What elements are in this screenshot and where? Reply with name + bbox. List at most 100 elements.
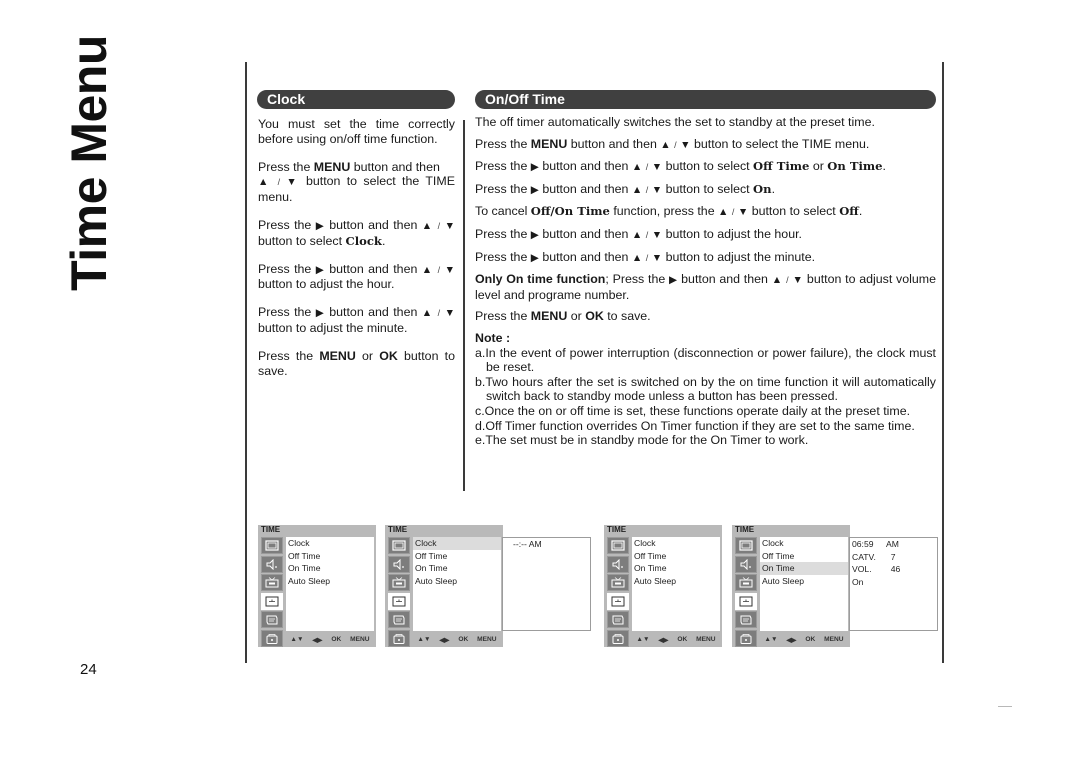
osd-item: Off Time <box>288 550 321 561</box>
right-arrow-icon: ▶ <box>315 307 325 320</box>
side-title-text: Time Menu <box>61 35 117 291</box>
osd-footer-hint: ◀▶ <box>312 637 323 644</box>
time-icon <box>388 592 410 610</box>
osd-item: Auto Sleep <box>288 575 331 586</box>
osd-submenu-label: On <box>852 576 864 587</box>
onoff-step-hour: Press the ▶ button and then ▲ / ▼ button… <box>475 226 802 241</box>
up-arrow-icon: ▲ <box>421 263 434 276</box>
osd-footer-hint: ▲▼ <box>764 636 778 643</box>
osd-header: TIME <box>261 525 281 534</box>
station-icon <box>388 574 410 591</box>
note-item: c.Once the on or off time is set, these … <box>475 403 911 418</box>
onoff-step-save: Press the MENU or OK to save. <box>475 309 651 324</box>
osd-submenu-value: 46 <box>886 564 901 574</box>
osd-item-list: Clock Off Time On Time Auto Sleep <box>760 537 848 631</box>
up-arrow-icon: ▲ <box>631 161 643 174</box>
osd-footer-hints: ▲▼ ◀▶ OK MENU <box>413 636 501 644</box>
clock-step-save: Press the MENU or OK button to save. <box>258 349 455 378</box>
osd-submenu-value: 7 <box>886 551 896 562</box>
up-arrow-icon: ▲ <box>421 219 434 232</box>
osd-item: Auto Sleep <box>634 575 677 586</box>
right-arrow-icon: ▶ <box>530 183 539 196</box>
page-number: 24 <box>80 661 97 678</box>
picture-icon <box>735 537 757 554</box>
down-arrow-icon: ▼ <box>444 307 455 320</box>
osd-footer-hint: ◀▶ <box>439 637 450 644</box>
up-arrow-icon: ▲ <box>421 307 434 320</box>
onoff-step-select-on: Press the ▶ button and then ▲ / ▼ button… <box>475 181 776 196</box>
note-item: d.Off Timer function overrides On Timer … <box>475 418 915 433</box>
osd-item: On Time <box>415 563 448 573</box>
down-arrow-icon: ▼ <box>680 138 691 151</box>
up-arrow-icon: ▲ <box>718 206 729 219</box>
up-arrow-icon: ▲ <box>631 228 643 241</box>
down-arrow-icon: ▼ <box>444 263 455 276</box>
osd-item: On Time <box>288 563 321 573</box>
onoff-step-menu: Press the MENU button and then ▲ / ▼ but… <box>475 136 870 151</box>
up-arrow-icon: ▲ <box>771 274 783 287</box>
special-icon <box>607 611 629 628</box>
sound-icon <box>388 555 410 573</box>
osd-item: Clock <box>288 538 310 548</box>
osd-item-list: Clock Off Time On Time Auto Sleep <box>413 537 501 631</box>
time-icon <box>261 592 283 610</box>
clock-step-select: Press the ▶ button and then ▲ / ▼ button… <box>258 217 455 248</box>
right-arrow-icon: ▶ <box>530 161 539 174</box>
osd-submenu-row: 06:59 AM <box>850 538 937 551</box>
clock-step-menu: Press the MENU button and then ▲ / ▼ but… <box>258 159 455 204</box>
osd-item: Off Time <box>762 550 795 561</box>
onoff-step-cancel: To cancel Off/On Time function, press th… <box>475 204 863 219</box>
osd-item: Clock <box>762 538 784 548</box>
special-icon <box>735 611 757 628</box>
osd-submenu-row: On <box>850 576 937 589</box>
down-arrow-icon: ▼ <box>651 228 663 241</box>
osd-menu-time: TIME Clock Off Time On Time Auto Sleep ▲▼ ◀▶ OK… <box>385 525 503 647</box>
osd-item: Off Time <box>634 550 667 561</box>
right-arrow-icon: ▶ <box>315 263 325 276</box>
right-arrow-icon: ▶ <box>530 228 539 241</box>
picture-icon <box>607 537 629 554</box>
osd-submenu-row: CATV. 7 <box>850 551 937 564</box>
osd-header: TIME <box>735 525 755 534</box>
lock-icon <box>388 629 410 647</box>
osd-item: On Time <box>760 562 848 575</box>
osd-footer-hints: ▲▼ ◀▶ OK MENU <box>632 636 720 644</box>
osd-footer-hints: ▲▼ ◀▶ OK MENU <box>760 636 848 644</box>
osd-submenu-label: VOL. <box>852 564 872 574</box>
osd-submenu-label: CATV. <box>852 551 876 562</box>
osd-footer-hint: ◀▶ <box>786 637 797 644</box>
osd-footer-hint: MENU <box>824 636 844 643</box>
right-rule <box>942 62 944 663</box>
osd-item-list: Clock Off Time On Time Auto Sleep <box>286 537 374 631</box>
down-arrow-icon: ▼ <box>792 274 804 287</box>
up-arrow-icon: ▲ <box>258 176 272 189</box>
osd-footer-hint: OK <box>458 636 469 643</box>
note-item: e.The set must be in standby mode for th… <box>475 433 809 448</box>
sound-icon <box>735 555 757 573</box>
special-icon <box>388 611 410 628</box>
note-title: Note : <box>475 330 511 345</box>
osd-footer-hint: MENU <box>477 636 497 643</box>
osd-item: Auto Sleep <box>415 575 458 586</box>
footer-dash <box>998 706 1012 707</box>
osd-footer-hint: OK <box>805 636 816 643</box>
right-arrow-icon: ▶ <box>315 219 325 232</box>
osd-footer-hint: OK <box>677 636 688 643</box>
osd-footer-hint: ▲▼ <box>417 636 431 643</box>
osd-item: Off Time <box>415 550 448 561</box>
osd-menu-time: TIME Clock Off Time On Time Auto Sleep ▲▼ ◀▶ OK… <box>732 525 850 647</box>
station-icon <box>735 574 757 591</box>
note-item: a.In the event of power interruption (di… <box>475 345 936 375</box>
osd-submenu-row: --:-- AM <box>511 538 590 551</box>
onoff-section-body: The off timer automatically switches the… <box>475 115 936 448</box>
onoff-step-minute: Press the ▶ button and then ▲ / ▼ button… <box>475 249 816 264</box>
picture-icon <box>261 537 283 554</box>
osd-submenu: --:-- AM <box>502 537 591 631</box>
down-arrow-icon: ▼ <box>737 206 749 219</box>
osd-footer-hint: MENU <box>696 636 716 643</box>
osd-footer-hint: MENU <box>350 636 370 643</box>
up-arrow-icon: ▲ <box>631 183 643 196</box>
osd-item: Clock <box>634 538 656 548</box>
osd-footer-hints: ▲▼ ◀▶ OK MENU <box>286 636 374 644</box>
sound-icon <box>261 555 283 573</box>
